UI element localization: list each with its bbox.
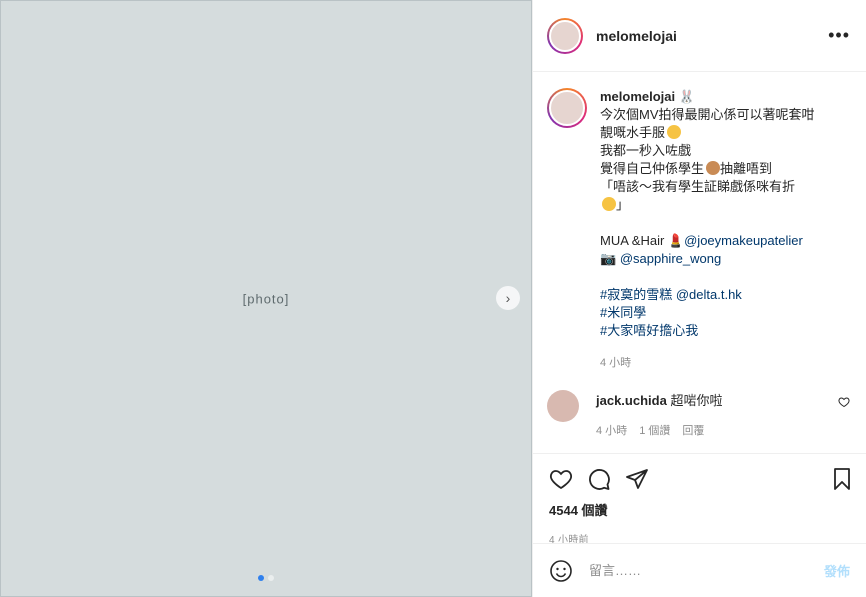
emoji-smiley-icon[interactable] bbox=[549, 559, 573, 583]
post-header: melomelojai ••• bbox=[533, 0, 866, 72]
caption-line-6: 「唔該～我有學生証睇戲係咪有折 bbox=[600, 179, 796, 194]
bookmark-save-icon[interactable] bbox=[830, 467, 854, 491]
header-username[interactable]: melomelojai bbox=[596, 28, 677, 44]
caption-username[interactable]: melomelojai bbox=[600, 89, 675, 104]
post-photo[interactable]: [photo] › bbox=[0, 0, 532, 597]
hashtag-link-1[interactable]: #寂寞的雪糕 bbox=[600, 287, 672, 302]
hashtag-link-2[interactable]: #米同學 bbox=[600, 305, 646, 320]
caption-line-7: 」 bbox=[616, 197, 630, 212]
photo-placeholder: [photo] bbox=[0, 0, 532, 597]
commenter-avatar[interactable] bbox=[547, 390, 579, 422]
next-photo-button[interactable]: › bbox=[496, 286, 520, 310]
rabbit-emoji-icon: 🐰 bbox=[678, 89, 695, 104]
camera-emoji-icon: 📷 bbox=[600, 251, 617, 266]
comment-bubble-icon[interactable] bbox=[587, 467, 611, 491]
instagram-post: [photo] › melomelojai ••• melomelojai 🐰 … bbox=[0, 0, 866, 597]
comment-input[interactable] bbox=[589, 563, 824, 578]
comment-time: 4 小時 bbox=[596, 425, 628, 437]
caption-body: melomelojai 🐰 今次個MV拍得最開心係可以著呢套咁 靚嘅水手服 我都… bbox=[600, 88, 836, 372]
caption-line-5: 抽離唔到 bbox=[720, 161, 773, 176]
comment-text: 超啱你啦 bbox=[670, 393, 723, 408]
likes-count[interactable]: 4544 個讚 bbox=[549, 500, 854, 519]
comment-body: jack.uchida 超啱你啦 4 小時 1 個讚 回覆 bbox=[596, 392, 838, 440]
smile-emoji-icon bbox=[667, 125, 682, 139]
caption-line-4: 覺得自己仲係學生 bbox=[600, 161, 705, 176]
carousel-dot bbox=[268, 575, 274, 581]
post-comment-button[interactable]: 發佈 bbox=[824, 561, 850, 580]
like-heart-icon[interactable] bbox=[549, 467, 573, 491]
hashtag-link-3[interactable]: #大家唔好擔心我 bbox=[600, 323, 698, 338]
caption-line-1: 今次個MV拍得最開心係可以著呢套咁 bbox=[600, 107, 815, 122]
monkey-emoji-icon bbox=[706, 161, 721, 175]
caption-line-3: 我都一秒入咗戲 bbox=[600, 143, 692, 158]
more-options-icon[interactable]: ••• bbox=[828, 25, 850, 46]
caption-line-2: 靚嘅水手服 bbox=[600, 125, 666, 140]
credit-mua: MUA &Hair bbox=[600, 233, 665, 248]
photo-handle-link[interactable]: @sapphire_wong bbox=[620, 251, 721, 266]
comment-username[interactable]: jack.uchida bbox=[596, 393, 667, 408]
comment-reply-button[interactable]: 回覆 bbox=[682, 422, 704, 440]
caption-time: 4 小時 bbox=[600, 357, 632, 369]
share-send-icon[interactable] bbox=[625, 467, 649, 491]
carousel-dot-active bbox=[258, 575, 264, 581]
avatar[interactable] bbox=[547, 17, 583, 54]
comment-like-heart-icon[interactable] bbox=[838, 396, 850, 408]
comments-area[interactable]: melomelojai 🐰 今次個MV拍得最開心係可以著呢套咁 靚嘅水手服 我都… bbox=[533, 72, 866, 452]
comment-item: jack.uchida 超啱你啦 4 小時 1 個讚 回覆 bbox=[533, 372, 866, 440]
caption-avatar[interactable] bbox=[547, 88, 587, 128]
post-sidebar: melomelojai ••• melomelojai 🐰 今次個MV拍得最開心… bbox=[532, 0, 866, 597]
lipstick-emoji-icon: 💄 bbox=[667, 233, 685, 248]
caption: melomelojai 🐰 今次個MV拍得最開心係可以著呢套咁 靚嘅水手服 我都… bbox=[533, 72, 866, 372]
mua-handle-link[interactable]: @joeymakeupatelier bbox=[684, 233, 803, 248]
comment-likes[interactable]: 1 個讚 bbox=[639, 422, 670, 440]
add-comment-bar: 發佈 bbox=[533, 543, 866, 597]
tongue-emoji-icon bbox=[602, 197, 616, 211]
carousel-dots bbox=[0, 575, 532, 581]
action-bar: 4544 個讚 4 小時前 bbox=[533, 453, 866, 546]
delta-handle-link[interactable]: @delta.t.hk bbox=[676, 287, 742, 302]
comment-meta: 4 小時 1 個讚 回覆 bbox=[596, 422, 838, 440]
